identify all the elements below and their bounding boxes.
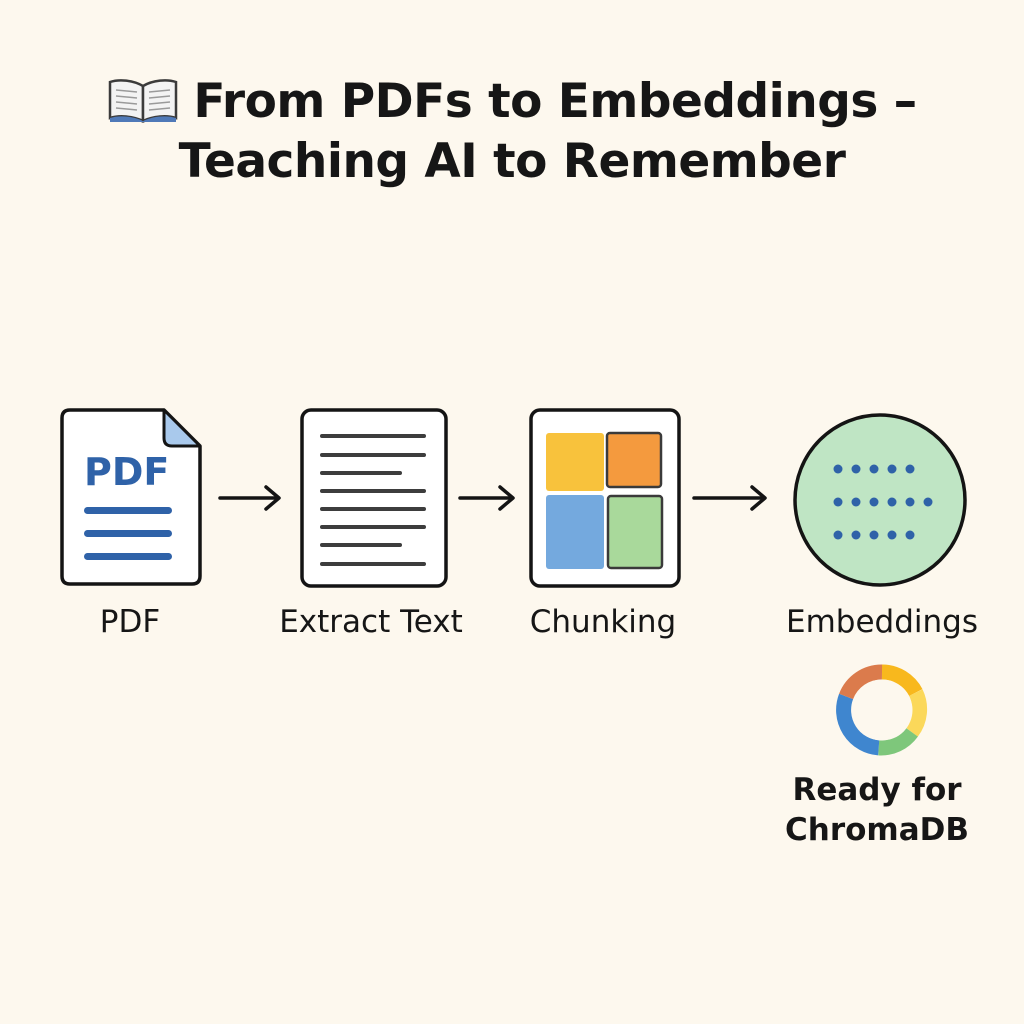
open-book-icon bbox=[109, 79, 178, 123]
arrow-right-icon bbox=[458, 485, 515, 511]
label-extract-text: Extract Text bbox=[279, 604, 463, 640]
pdf-icon-text: PDF bbox=[84, 450, 169, 494]
arrow-right-icon bbox=[218, 485, 281, 511]
chromadb-ready-caption: Ready for ChromaDB bbox=[785, 770, 969, 850]
label-embeddings: Embeddings bbox=[786, 604, 978, 640]
step-embeddings bbox=[791, 410, 969, 590]
pdf-document-icon: PDF bbox=[60, 408, 202, 586]
label-pdf: PDF bbox=[99, 604, 161, 640]
chunk-grid-icon bbox=[529, 408, 681, 588]
title-text-1: From PDFs to Embeddings – bbox=[193, 74, 917, 129]
step-chunking bbox=[529, 408, 681, 588]
step-extract-text bbox=[300, 408, 448, 588]
vector-dots-icon bbox=[793, 413, 967, 587]
arrow-right-icon bbox=[692, 485, 767, 511]
ready-line-1: Ready for bbox=[792, 772, 962, 808]
label-chunking: Chunking bbox=[529, 604, 677, 640]
step-pdf: PDF bbox=[60, 408, 202, 588]
text-document-icon bbox=[300, 408, 448, 588]
ready-line-2: ChromaDB bbox=[785, 812, 969, 848]
title-line-2: Teaching AI to Remember bbox=[178, 134, 846, 189]
diagram-title: From PDFs to Embeddings – Teaching AI to… bbox=[0, 72, 1024, 192]
chromadb-logo-icon bbox=[836, 664, 928, 756]
title-line-1: From PDFs to Embeddings – bbox=[0, 72, 1024, 132]
